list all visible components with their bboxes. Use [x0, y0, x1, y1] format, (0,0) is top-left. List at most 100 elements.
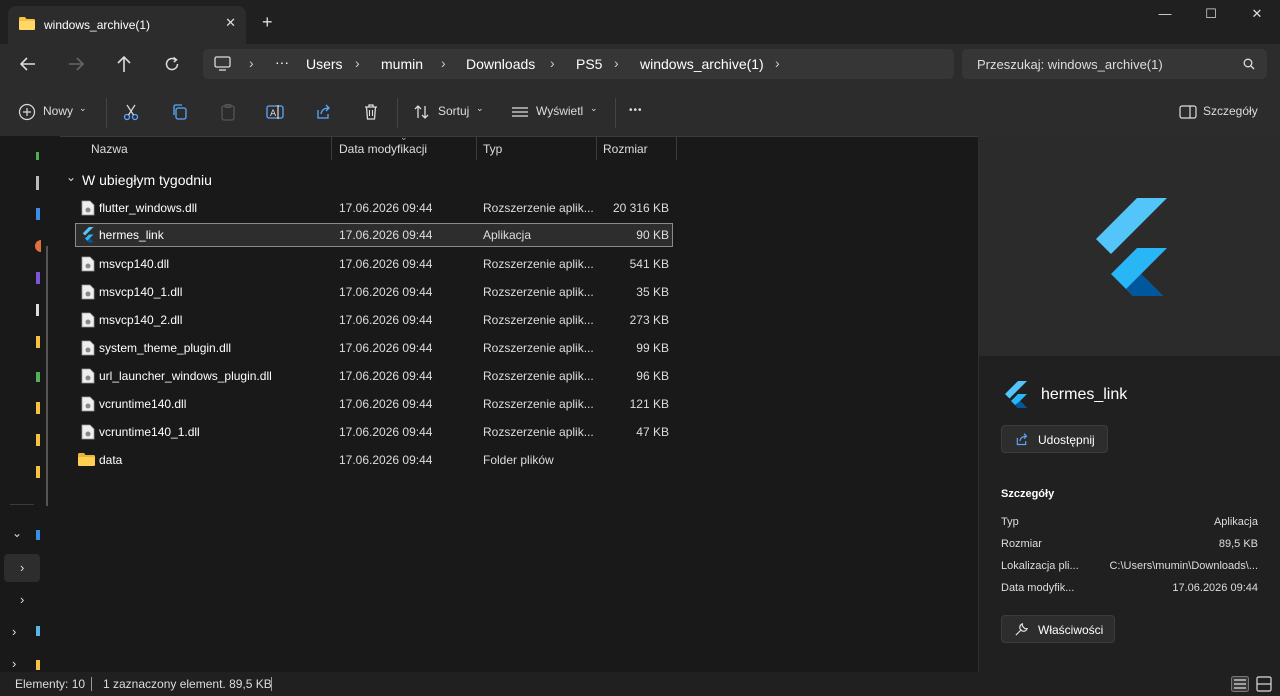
share-button[interactable]: Udostępnij: [1001, 425, 1108, 453]
nav-item-icon[interactable]: [36, 208, 40, 220]
paste-icon[interactable]: [219, 103, 237, 121]
column-divider[interactable]: [676, 136, 677, 160]
file-date: 17.06.2026 09:44: [339, 257, 433, 271]
group-header[interactable]: W ubiegłym tygodniu: [82, 172, 212, 188]
nav-item-icon[interactable]: [36, 336, 40, 348]
toolbar-divider: [397, 98, 398, 128]
back-button[interactable]: [19, 56, 37, 72]
expand-chevron-icon[interactable]: ⌄: [12, 526, 22, 540]
status-bar: Elementy: 10 1 zaznaczony element. 89,5 …: [0, 672, 1280, 696]
detail-key: Rozmiar: [1001, 538, 1042, 550]
nav-scrollbar[interactable]: [46, 246, 48, 506]
tab-windows-archive[interactable]: windows_archive(1) ✕: [8, 6, 246, 44]
forward-button[interactable]: [67, 56, 85, 72]
breadcrumb-ps5[interactable]: PS5: [576, 56, 602, 72]
nav-item-icon[interactable]: [36, 660, 40, 670]
tab-close-icon[interactable]: ✕: [225, 15, 236, 31]
refresh-button[interactable]: [164, 56, 180, 72]
file-row[interactable]: msvcp140_1.dll 17.06.2026 09:44 Rozszerz…: [75, 280, 673, 304]
maximize-button[interactable]: ☐: [1188, 6, 1234, 26]
file-name: hermes_link: [99, 228, 164, 242]
column-header-date[interactable]: Data modyfikacji: [339, 142, 427, 156]
nav-item-icon[interactable]: [36, 152, 39, 160]
file-date: 17.06.2026 09:44: [339, 453, 433, 467]
chevron-right-icon[interactable]: ›: [12, 624, 16, 639]
cut-icon[interactable]: [122, 103, 140, 121]
nav-item-icon[interactable]: [36, 530, 40, 540]
breadcrumb-separator: ›: [775, 55, 780, 71]
column-header-size[interactable]: Rozmiar: [603, 142, 648, 156]
nav-item-icon[interactable]: [36, 466, 40, 478]
file-row[interactable]: vcruntime140.dll 17.06.2026 09:44 Rozsze…: [75, 392, 673, 416]
tiles-view-icon[interactable]: [1256, 676, 1272, 692]
search-box[interactable]: Przeszukaj: windows_archive(1): [962, 49, 1267, 79]
details-button[interactable]: Szczegóły: [1203, 104, 1258, 118]
search-placeholder: Przeszukaj: windows_archive(1): [977, 57, 1163, 72]
file-date: 17.06.2026 09:44: [339, 313, 433, 327]
file-size: 541 KB: [629, 257, 669, 271]
breadcrumb-mumin[interactable]: mumin: [381, 56, 423, 72]
more-options-button[interactable]: •••: [629, 105, 643, 116]
delete-icon[interactable]: [362, 103, 380, 121]
breadcrumb-windows-archive[interactable]: windows_archive(1): [640, 56, 764, 72]
minimize-button[interactable]: —: [1142, 6, 1188, 26]
chevron-right-icon[interactable]: ›: [20, 560, 24, 575]
file-row[interactable]: flutter_windows.dll 17.06.2026 09:44 Roz…: [75, 196, 673, 220]
chevron-right-icon[interactable]: ›: [20, 592, 24, 607]
address-bar[interactable]: › ··· Users › mumin › Downloads › PS5 › …: [203, 49, 954, 79]
nav-item-icon[interactable]: [36, 402, 40, 414]
file-row[interactable]: msvcp140.dll 17.06.2026 09:44 Rozszerzen…: [75, 252, 673, 276]
detail-value: 17.06.2026 09:44: [1172, 582, 1258, 594]
nav-item-icon[interactable]: [36, 434, 40, 446]
column-divider[interactable]: [476, 136, 477, 160]
chevron-right-icon[interactable]: ›: [12, 656, 16, 671]
rename-icon[interactable]: A: [266, 103, 284, 121]
group-collapse-icon[interactable]: ⌄: [66, 170, 76, 184]
new-tab-button[interactable]: +: [262, 13, 273, 31]
status-divider: [91, 677, 92, 691]
breadcrumb-users[interactable]: Users: [306, 56, 343, 72]
file-type: Aplikacja: [483, 228, 532, 242]
column-header-name[interactable]: Nazwa: [91, 142, 128, 156]
new-button[interactable]: Nowy: [43, 104, 73, 118]
search-icon[interactable]: [1243, 58, 1255, 70]
column-header-type[interactable]: Typ: [483, 142, 502, 156]
nav-item-icon[interactable]: [35, 240, 41, 252]
file-date: 17.06.2026 09:44: [339, 285, 433, 299]
properties-button[interactable]: Właściwości: [1001, 615, 1115, 643]
nav-item-icon[interactable]: [36, 272, 40, 284]
nav-item-icon[interactable]: [36, 304, 39, 316]
details-view-icon[interactable]: [1231, 676, 1249, 692]
computer-icon: [214, 56, 231, 71]
file-type: Rozszerzenie aplik...: [483, 201, 594, 215]
file-name: flutter_windows.dll: [99, 201, 198, 215]
file-row[interactable]: vcruntime140_1.dll 17.06.2026 09:44 Rozs…: [75, 420, 673, 444]
breadcrumb-downloads[interactable]: Downloads: [466, 56, 535, 72]
nav-item-icon[interactable]: [36, 372, 40, 382]
sort-button[interactable]: Sortuj: [438, 104, 469, 118]
file-size: 90 KB: [636, 228, 669, 242]
view-icon: [512, 107, 528, 117]
detail-value: Aplikacja: [1213, 516, 1258, 528]
flutter-app-icon: [1005, 381, 1027, 408]
folder-row[interactable]: data 17.06.2026 09:44 Folder plików: [75, 448, 673, 472]
file-row[interactable]: msvcp140_2.dll 17.06.2026 09:44 Rozszerz…: [75, 308, 673, 332]
up-button[interactable]: [116, 55, 132, 73]
file-row[interactable]: system_theme_plugin.dll 17.06.2026 09:44…: [75, 336, 673, 360]
breadcrumb-more[interactable]: ···: [275, 54, 289, 70]
share-icon[interactable]: [314, 103, 332, 121]
view-button[interactable]: Wyświetl: [536, 104, 583, 118]
nav-item-icon[interactable]: [36, 626, 40, 636]
toolbar-divider: [615, 98, 616, 128]
chevron-down-icon: ⌄: [79, 103, 87, 113]
nav-item-icon[interactable]: [36, 176, 39, 190]
file-row-selected[interactable]: hermes_link 17.06.2026 09:44 Aplikacja 9…: [75, 223, 673, 247]
file-row[interactable]: url_launcher_windows_plugin.dll 17.06.20…: [75, 364, 673, 388]
folder-icon: [78, 453, 95, 466]
close-button[interactable]: ✕: [1234, 6, 1280, 26]
column-divider[interactable]: [331, 136, 332, 160]
copy-icon[interactable]: [171, 103, 189, 121]
column-divider[interactable]: [596, 136, 597, 160]
file-size: 99 KB: [636, 341, 669, 355]
file-type: Rozszerzenie aplik...: [483, 285, 594, 299]
